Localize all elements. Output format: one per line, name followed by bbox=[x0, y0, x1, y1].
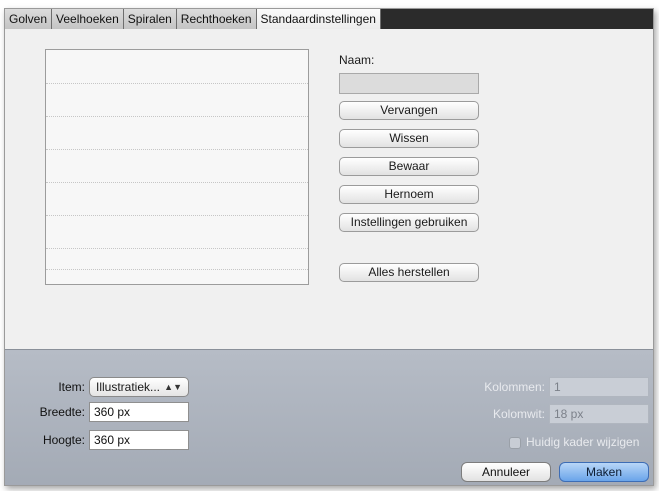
width-field[interactable]: 360 px bbox=[89, 402, 189, 422]
tab-spiralen[interactable]: Spiralen bbox=[123, 9, 177, 29]
tab-standaardinstellingen[interactable]: Standaardinstellingen bbox=[256, 9, 381, 29]
preset-list[interactable] bbox=[45, 49, 309, 285]
preset-list-row[interactable] bbox=[46, 149, 308, 150]
name-label: Naam: bbox=[339, 53, 375, 67]
settings-panel: Item: Illustratiek... ▲▼ Breedte: 360 px… bbox=[5, 349, 653, 485]
create-button[interactable]: Maken bbox=[559, 462, 649, 482]
name-field[interactable] bbox=[339, 73, 479, 94]
tab-golven[interactable]: Golven bbox=[5, 9, 53, 29]
dialog: Golven Veelhoeken Spiralen Rechthoeken S… bbox=[4, 8, 654, 486]
replace-button[interactable]: Vervangen bbox=[339, 101, 479, 120]
preset-list-row[interactable] bbox=[46, 269, 308, 270]
save-button[interactable]: Bewaar bbox=[339, 157, 479, 176]
preset-list-row[interactable] bbox=[46, 116, 308, 117]
preset-list-row[interactable] bbox=[46, 182, 308, 183]
use-settings-button[interactable]: Instellingen gebruiken bbox=[339, 213, 479, 232]
item-popup[interactable]: Illustratiek... ▲▼ bbox=[89, 377, 189, 397]
preset-list-row[interactable] bbox=[46, 215, 308, 216]
modify-frame-label[interactable]: Huidig kader wijzigen bbox=[526, 435, 639, 449]
tab-rechthoeken[interactable]: Rechthoeken bbox=[176, 9, 257, 29]
tab-bar: Golven Veelhoeken Spiralen Rechthoeken S… bbox=[5, 9, 653, 29]
tab-veelhoeken[interactable]: Veelhoeken bbox=[52, 9, 124, 29]
rename-button[interactable]: Hernoem bbox=[339, 185, 479, 204]
height-field[interactable]: 360 px bbox=[89, 430, 189, 450]
height-label: Hoogte: bbox=[42, 433, 85, 447]
modify-frame-checkbox[interactable] bbox=[509, 437, 521, 449]
item-label: Item: bbox=[58, 380, 85, 394]
item-popup-value: Illustratiek... bbox=[96, 380, 161, 394]
columns-field[interactable]: 1 bbox=[549, 377, 649, 397]
column-width-label: Kolomwit: bbox=[492, 407, 545, 421]
cancel-button[interactable]: Annuleer bbox=[461, 462, 551, 482]
column-width-field[interactable]: 18 px bbox=[549, 404, 649, 424]
width-label: Breedte: bbox=[39, 405, 85, 419]
preset-list-row[interactable] bbox=[46, 248, 308, 249]
delete-button[interactable]: Wissen bbox=[339, 129, 479, 148]
updown-arrows-icon: ▲▼ bbox=[164, 382, 182, 392]
columns-label: Kolommen: bbox=[484, 380, 545, 394]
preset-list-row[interactable] bbox=[46, 83, 308, 84]
restore-all-button[interactable]: Alles herstellen bbox=[339, 263, 479, 282]
